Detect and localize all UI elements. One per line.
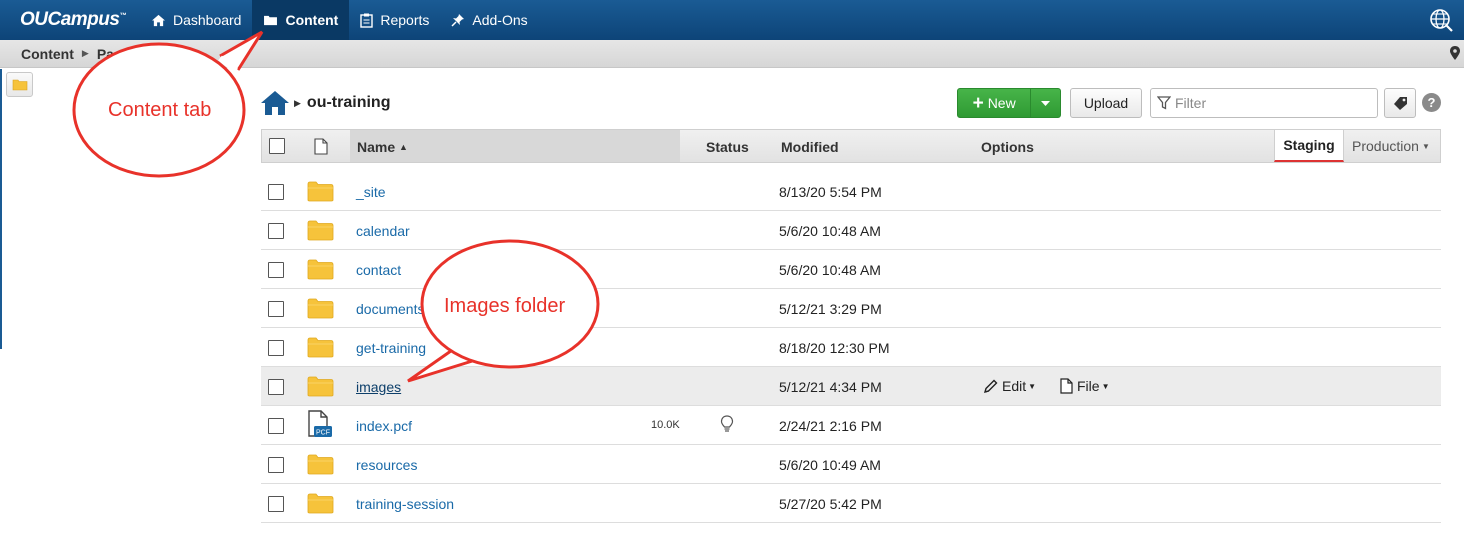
edit-menu-button[interactable]: Edit ▼ xyxy=(983,378,1036,394)
row-name-link[interactable]: resources xyxy=(356,457,417,473)
row-name-link[interactable]: _site xyxy=(356,184,386,200)
production-label: Production xyxy=(1352,138,1419,154)
file-menu-button[interactable]: File ▼ xyxy=(1060,378,1109,394)
row-size: 10.0K xyxy=(651,419,680,431)
select-all-checkbox[interactable] xyxy=(269,138,285,154)
nav-content-label: Content xyxy=(285,12,339,28)
row-checkbox[interactable] xyxy=(268,457,284,473)
file-type-icon xyxy=(314,138,328,155)
row-checkbox[interactable] xyxy=(268,184,284,200)
filter-input[interactable] xyxy=(1175,95,1365,111)
lightbulb-icon xyxy=(720,415,734,432)
tag-icon xyxy=(1394,96,1407,110)
upload-button[interactable]: Upload xyxy=(1070,88,1142,118)
tab-staging[interactable]: Staging xyxy=(1274,130,1344,162)
row-modified: 8/13/20 5:54 PM xyxy=(779,184,882,200)
chevron-down-icon: ▼ xyxy=(1421,141,1430,151)
table-row[interactable]: training-session 5/27/20 5:42 PM xyxy=(261,484,1441,523)
new-button-label: New xyxy=(987,95,1016,111)
content-tab-callout-text: Content tab xyxy=(108,99,212,121)
row-modified: 8/18/20 12:30 PM xyxy=(779,340,890,356)
folder-icon xyxy=(307,220,334,241)
folder-icon xyxy=(307,376,334,397)
globe-icon[interactable] xyxy=(1428,7,1454,33)
images-folder-callout-text: Images folder xyxy=(444,295,566,317)
pushpin-icon xyxy=(451,14,465,27)
row-checkbox[interactable] xyxy=(268,418,284,434)
new-button-main[interactable]: + New xyxy=(958,89,1030,117)
current-path: ▶ ou-training xyxy=(260,90,390,116)
folder-icon xyxy=(307,493,334,514)
name-column-header[interactable]: Name ▲ xyxy=(357,139,408,155)
folder-icon xyxy=(307,181,334,202)
new-button[interactable]: + New xyxy=(957,88,1061,118)
row-name-link[interactable]: images xyxy=(356,379,401,395)
path-caret-icon: ▶ xyxy=(294,97,301,108)
filter-field[interactable] xyxy=(1150,88,1378,118)
row-checkbox[interactable] xyxy=(268,301,284,317)
table-row[interactable]: PCF index.pcf 10.0K 2/24/21 2:16 PM xyxy=(261,406,1441,445)
modified-column-header[interactable]: Modified xyxy=(781,139,839,155)
new-dropdown-toggle[interactable] xyxy=(1030,89,1060,117)
left-panel-edge xyxy=(0,69,2,349)
tag-button[interactable] xyxy=(1384,88,1416,118)
table-row[interactable]: resources 5/6/20 10:49 AM xyxy=(261,445,1441,484)
folder-icon xyxy=(307,259,334,280)
row-checkbox[interactable] xyxy=(268,496,284,512)
folder-icon xyxy=(307,454,334,475)
folder-icon xyxy=(12,79,27,91)
row-checkbox[interactable] xyxy=(268,262,284,278)
nav-add-ons-label: Add-Ons xyxy=(472,12,528,28)
pcf-badge: PCF xyxy=(316,430,330,437)
logo-text: OUCampus xyxy=(20,9,120,30)
chevron-down-icon: ▼ xyxy=(1028,381,1037,391)
sort-ascending-icon: ▲ xyxy=(399,142,408,152)
help-icon[interactable]: ? xyxy=(1422,93,1441,112)
options-column-header: Options xyxy=(981,139,1034,155)
nav-reports[interactable]: Reports xyxy=(349,0,440,40)
folder-icon xyxy=(307,298,334,319)
folder-icon xyxy=(307,337,334,358)
row-name-link[interactable]: index.pcf xyxy=(356,418,412,434)
nav-dashboard-label: Dashboard xyxy=(172,12,242,28)
row-name-link[interactable]: training-session xyxy=(356,496,454,512)
row-name-link[interactable]: contact xyxy=(356,262,401,278)
nav-reports-label: Reports xyxy=(380,12,430,28)
tab-production[interactable]: Production ▼ xyxy=(1346,130,1442,162)
plus-icon: + xyxy=(972,92,984,114)
file-icon xyxy=(1060,378,1073,394)
chevron-down-icon: ▼ xyxy=(1101,381,1110,391)
edit-label: Edit xyxy=(1002,378,1027,394)
table-row[interactable]: _site 8/13/20 5:54 PM xyxy=(261,172,1441,211)
path-title: ou-training xyxy=(306,94,391,111)
row-checkbox[interactable] xyxy=(268,223,284,239)
filter-icon xyxy=(1157,96,1171,110)
name-header-label: Name xyxy=(357,139,396,155)
pcf-file-icon: PCF xyxy=(308,410,332,437)
location-pin-icon[interactable] xyxy=(1450,46,1460,60)
file-tree-toggle-button[interactable] xyxy=(6,72,33,97)
nav-add-ons[interactable]: Add-Ons xyxy=(440,0,538,40)
breadcrumb-root[interactable]: Content xyxy=(21,46,74,62)
pencil-icon xyxy=(983,379,998,393)
chevron-down-icon xyxy=(1041,100,1051,106)
table-header: Name ▲ Status Modified Options Staging P… xyxy=(261,129,1441,163)
home-icon xyxy=(151,14,165,26)
row-modified: 5/12/21 4:34 PM xyxy=(779,379,882,395)
row-modified: 5/6/20 10:49 AM xyxy=(779,457,881,473)
folder-icon xyxy=(264,15,278,26)
row-modified: 5/27/20 5:42 PM xyxy=(779,496,882,512)
file-label: File xyxy=(1077,378,1100,394)
row-modified: 5/12/21 3:29 PM xyxy=(779,301,882,317)
status-column-header[interactable]: Status xyxy=(706,139,749,155)
clipboard-icon xyxy=(360,13,374,28)
row-checkbox[interactable] xyxy=(268,379,284,395)
row-modified: 2/24/21 2:16 PM xyxy=(779,418,882,434)
row-modified: 5/6/20 10:48 AM xyxy=(779,223,881,239)
row-checkbox[interactable] xyxy=(268,340,284,356)
row-modified: 5/6/20 10:48 AM xyxy=(779,262,881,278)
